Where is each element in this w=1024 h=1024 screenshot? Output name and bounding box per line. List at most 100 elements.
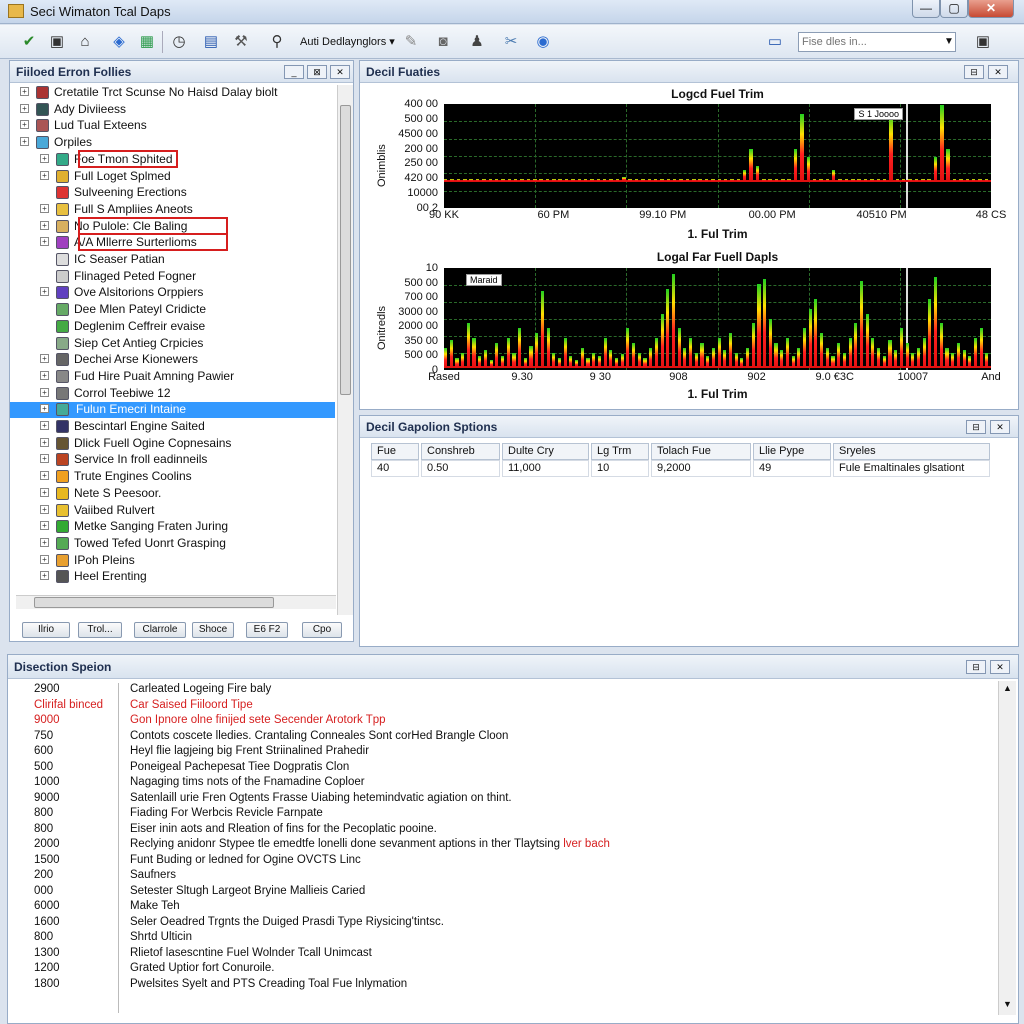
expand-toggle-icon[interactable]: + — [20, 137, 29, 147]
expand-toggle-icon[interactable]: + — [40, 504, 49, 514]
panel-close-icon[interactable]: ✕ — [988, 65, 1008, 79]
expand-toggle-icon[interactable]: + — [40, 237, 49, 247]
table-header[interactable]: Dulte Cry — [502, 443, 589, 460]
building-icon[interactable]: ⌂ — [74, 31, 96, 53]
person-icon[interactable]: ♟ — [466, 31, 488, 53]
table-cell[interactable]: 10 — [591, 460, 649, 477]
panel-button[interactable]: Trol... — [78, 622, 122, 638]
table-header[interactable]: Lg Trm — [591, 443, 649, 460]
expand-toggle-icon[interactable]: + — [40, 354, 49, 364]
panel-button[interactable]: Clarrole — [134, 622, 186, 638]
expand-toggle-icon[interactable]: + — [40, 471, 49, 481]
maximize-button[interactable]: ▢ — [940, 0, 968, 18]
clock-icon[interactable]: ◷ — [168, 31, 190, 53]
expand-toggle-icon[interactable]: + — [40, 387, 49, 397]
scroll-thumb[interactable] — [340, 105, 351, 395]
expand-toggle-icon[interactable]: + — [20, 103, 29, 113]
expand-toggle-icon[interactable]: + — [20, 120, 29, 130]
check-icon[interactable]: ✔ — [18, 31, 40, 53]
table-cell[interactable]: 40 — [371, 460, 419, 477]
tree-vertical-scrollbar[interactable] — [337, 85, 353, 615]
chart-bar — [940, 105, 944, 181]
grid-icon[interactable]: ▦ — [136, 31, 158, 53]
log-message: Setester Sltugh Largeot Bryine Mallieis … — [130, 884, 366, 897]
expand-toggle-icon[interactable]: + — [40, 220, 49, 230]
monitor-icon[interactable]: ▭ — [764, 31, 786, 53]
chart-bar — [671, 274, 676, 368]
close-button[interactable]: ✕ — [968, 0, 1014, 18]
table-icon[interactable]: ▤ — [200, 31, 222, 53]
expand-toggle-icon[interactable]: + — [40, 153, 49, 163]
table-cell[interactable]: 9,2000 — [651, 460, 751, 477]
pen-icon[interactable]: ✎ — [400, 31, 422, 53]
table-header[interactable]: Llie Pype — [753, 443, 831, 460]
box-icon[interactable]: ▣ — [46, 31, 68, 53]
y-tick-label: 420 00 — [404, 172, 438, 185]
table-cell[interactable]: Fule Emaltinales glsationt — [833, 460, 990, 477]
expand-toggle-icon[interactable]: + — [20, 87, 29, 96]
panel-restore-icon[interactable]: ⊟ — [964, 65, 984, 79]
chart-bar — [597, 356, 601, 368]
table-cell[interactable]: 11,000 — [502, 460, 589, 477]
chart-bar — [763, 278, 767, 368]
tree-horizontal-scrollbar[interactable] — [16, 595, 336, 609]
panel-close-icon[interactable]: ✕ — [990, 420, 1010, 434]
panel-minimize-icon[interactable]: _ — [284, 65, 304, 79]
panel-restore-icon[interactable]: ⊟ — [966, 660, 986, 674]
minimize-button[interactable]: — — [912, 0, 940, 18]
table-header[interactable]: Tolach Fue — [651, 443, 751, 460]
expand-toggle-icon[interactable]: + — [40, 287, 49, 297]
app-icon — [8, 4, 24, 18]
hscroll-thumb[interactable] — [34, 597, 274, 608]
expand-toggle-icon[interactable]: + — [40, 437, 49, 447]
panel-restore-icon[interactable]: ⊠ — [307, 65, 327, 79]
chevron-down-icon[interactable]: ▼ — [938, 31, 960, 53]
panel-restore-icon[interactable]: ⊟ — [966, 420, 986, 434]
expand-toggle-icon[interactable]: + — [40, 554, 49, 564]
tool-icon[interactable]: ⚒ — [230, 31, 252, 53]
toolbar-dropdown[interactable]: Auti Dedlaynglors ▾ — [300, 35, 395, 48]
search-icon[interactable]: ⚲ — [266, 31, 288, 53]
search-input[interactable] — [798, 32, 956, 52]
panel-button[interactable]: Ilrio — [22, 622, 70, 638]
chart-bar — [854, 323, 858, 368]
window-icon[interactable]: ▣ — [972, 31, 994, 53]
globe-icon[interactable]: ◉ — [532, 31, 554, 53]
expand-toggle-icon[interactable]: + — [40, 537, 49, 547]
expand-toggle-icon[interactable]: + — [40, 404, 49, 414]
expand-toggle-icon[interactable]: + — [40, 170, 49, 180]
scissors-icon[interactable]: ✂ — [500, 31, 522, 53]
chart-bar — [685, 179, 690, 181]
expand-toggle-icon[interactable]: + — [40, 487, 49, 497]
chart-bar — [571, 179, 575, 181]
table-header[interactable]: Conshreb — [421, 443, 500, 460]
scroll-up-icon[interactable]: ▲ — [1003, 683, 1012, 693]
table-cell[interactable]: 49 — [753, 460, 831, 477]
panel-button[interactable]: Cpo — [302, 622, 342, 638]
expand-toggle-icon[interactable]: + — [40, 521, 49, 531]
chart-bar — [859, 280, 864, 368]
panel-close-icon[interactable]: ✕ — [990, 660, 1010, 674]
expand-toggle-icon[interactable]: + — [40, 454, 49, 464]
chart-bar — [488, 179, 492, 181]
tree-item-label: Fulun Emecri Intaine — [74, 402, 189, 417]
scroll-down-icon[interactable]: ▼ — [1003, 999, 1012, 1009]
tree-item[interactable]: + Fulun Emecri Intaine — [10, 402, 335, 419]
table-header[interactable]: Fue — [371, 443, 419, 460]
table-header[interactable]: Sryeles — [833, 443, 990, 460]
x-tick-label: Rased — [428, 371, 460, 383]
expand-toggle-icon[interactable]: + — [40, 571, 49, 581]
camera-icon[interactable]: ◙ — [432, 31, 454, 53]
log-vertical-scrollbar[interactable]: ▲ ▼ — [998, 681, 1016, 1015]
expand-toggle-icon[interactable]: + — [40, 203, 49, 213]
toolbar: ✔ ▣ ⌂ ◈ ▦ ◷ ▤ ⚒ ⚲ Auti Dedlaynglors ▾ ✎ … — [0, 25, 1024, 59]
expand-toggle-icon[interactable]: + — [40, 370, 49, 380]
puzzle-icon[interactable]: ◈ — [108, 31, 130, 53]
table-cell[interactable]: 0.50 — [421, 460, 500, 477]
panel-button[interactable]: Shoce — [192, 622, 234, 638]
panel-button[interactable]: E6 F2 — [246, 622, 288, 638]
expand-toggle-icon[interactable]: + — [40, 421, 49, 430]
panel-close-icon[interactable]: ✕ — [330, 65, 350, 79]
tree-item-icon — [56, 169, 69, 183]
x-tick-label: 60 PM — [537, 209, 570, 221]
